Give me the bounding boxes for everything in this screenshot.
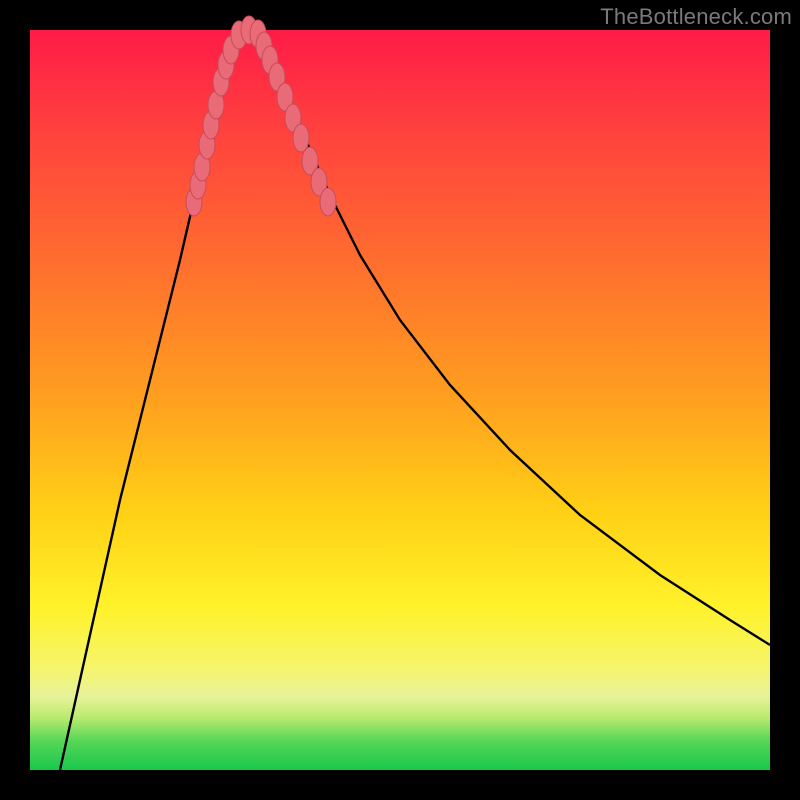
chart-svg: [30, 30, 770, 770]
watermark-text: TheBottleneck.com: [600, 4, 792, 30]
highlight-marker: [320, 188, 336, 216]
right-curve: [255, 30, 770, 645]
chart-frame: TheBottleneck.com: [0, 0, 800, 800]
left-curve: [60, 30, 245, 770]
highlight-markers: [186, 16, 336, 216]
plot-area: [30, 30, 770, 770]
